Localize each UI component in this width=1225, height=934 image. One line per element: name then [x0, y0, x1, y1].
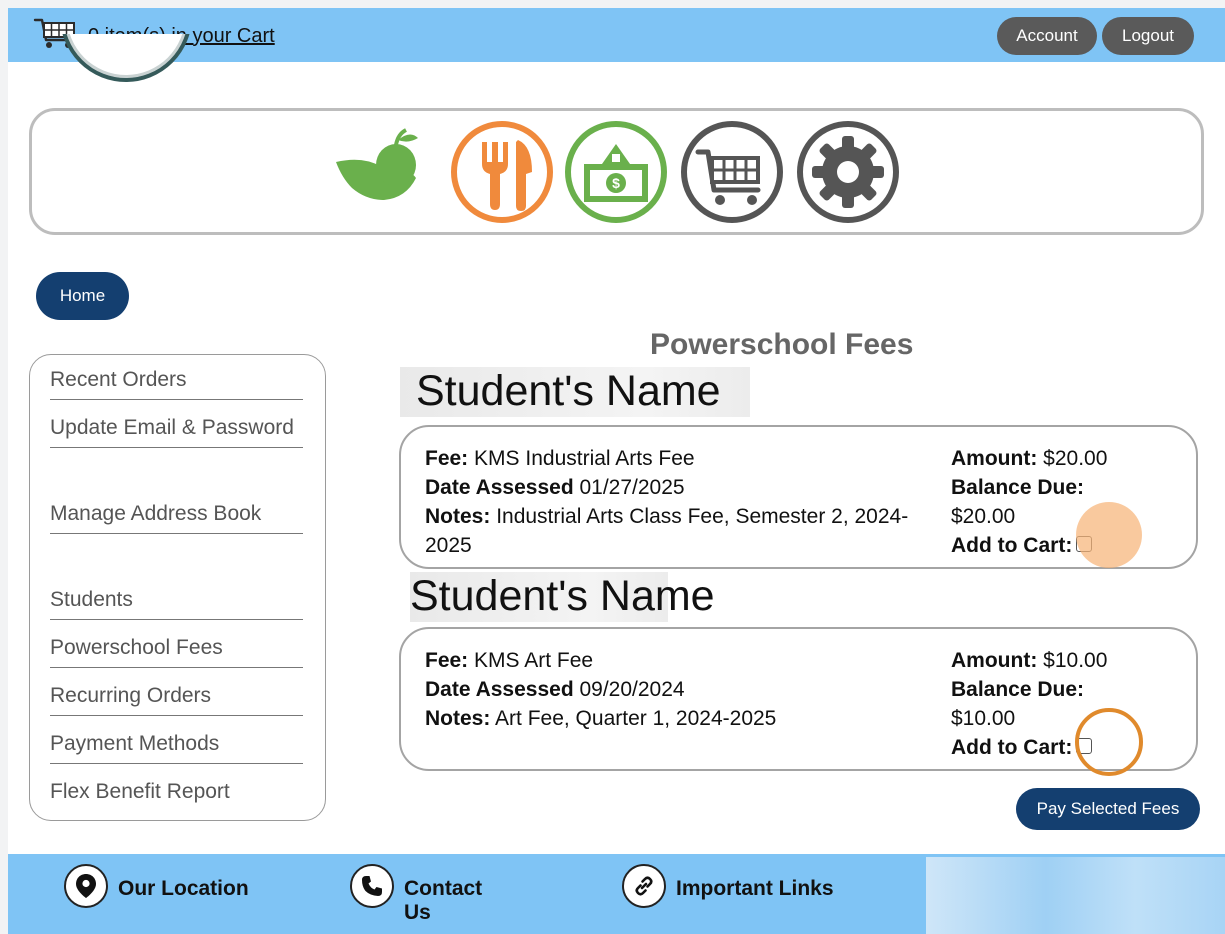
payment-money-icon[interactable]: $ [562, 118, 670, 226]
pay-selected-fees-button[interactable]: Pay Selected Fees [1016, 788, 1200, 830]
add-to-cart-label: Add to Cart: [951, 534, 1073, 557]
nutrition-apple-hand-icon[interactable] [332, 118, 442, 228]
sidebar-item-powerschool-fees[interactable]: Powerschool Fees [50, 629, 303, 668]
student-name-heading: Student's Name [410, 572, 715, 620]
date-line: Date Assessed 09/20/2024 [425, 675, 911, 704]
balance-due: $20.00 [951, 505, 1016, 528]
page: 0 item(s) in your Cart Account Logout $ [8, 8, 1225, 934]
add-to-cart-line: Add to Cart: [951, 733, 1181, 762]
footer-contact-label: Contact Us [404, 877, 483, 924]
fee-amount: $10.00 [1043, 649, 1108, 672]
fee-details: Fee: KMS Art Fee Date Assessed 09/20/202… [425, 646, 911, 733]
footer-location[interactable]: Our Location [64, 864, 249, 908]
add-to-cart-label: Add to Cart: [951, 736, 1073, 759]
phone-icon [350, 864, 394, 908]
page-title: Powerschool Fees [650, 328, 914, 361]
footer-contact[interactable]: Contact Us [350, 864, 494, 925]
add-to-cart-line: Add to Cart: [951, 531, 1181, 560]
date-label: Date Assessed [425, 476, 574, 499]
sidebar-item-payment-methods[interactable]: Payment Methods [50, 725, 303, 764]
notes-label: Notes: [425, 505, 491, 528]
fee-name: KMS Industrial Arts Fee [474, 447, 695, 470]
fee-name: KMS Art Fee [474, 649, 594, 672]
balance-label: Balance Due: [951, 476, 1085, 499]
amount-label: Amount: [951, 649, 1038, 672]
date-label: Date Assessed [425, 678, 574, 701]
blurred-footer-image [926, 857, 1225, 934]
sidebar-item-flex-benefit-report[interactable]: Flex Benefit Report [50, 773, 303, 811]
notes-label: Notes: [425, 707, 491, 730]
amount-line: Amount: $20.00 [951, 444, 1181, 473]
amount-line: Amount: $10.00 [951, 646, 1181, 675]
sidebar-item-recurring-orders[interactable]: Recurring Orders [50, 677, 303, 716]
sidebar-item-address-book[interactable]: Manage Address Book [50, 495, 303, 534]
date-assessed: 01/27/2025 [579, 476, 685, 499]
sidebar-item-recent-orders[interactable]: Recent Orders [50, 361, 303, 400]
fee-label: Fee: [425, 649, 469, 672]
fee-amount: $20.00 [1043, 447, 1108, 470]
district-logo [60, 34, 192, 86]
fee-notes: Industrial Arts Class Fee, Semester 2, 2… [425, 505, 909, 557]
footer-links[interactable]: Important Links [622, 864, 834, 908]
date-line: Date Assessed 01/27/2025 [425, 473, 911, 502]
click-highlight [1076, 502, 1142, 568]
fee-amounts: Amount: $10.00 Balance Due: $10.00 Add t… [951, 646, 1181, 762]
student-name-heading: Student's Name [416, 367, 721, 415]
notes-line: Notes: Industrial Arts Class Fee, Semest… [425, 502, 911, 560]
sidebar-item-students[interactable]: Students [50, 581, 303, 620]
location-pin-icon [64, 864, 108, 908]
fee-details: Fee: KMS Industrial Arts Fee Date Assess… [425, 444, 911, 560]
click-highlight-ring [1075, 708, 1143, 776]
fee-label: Fee: [425, 447, 469, 470]
footer-location-label: Our Location [118, 877, 249, 900]
icon-banner: $ [29, 108, 1204, 235]
account-button[interactable]: Account [997, 17, 1097, 55]
cart-icon[interactable] [678, 118, 786, 226]
date-assessed: 09/20/2024 [579, 678, 685, 701]
balance-label: Balance Due: [951, 678, 1085, 701]
amount-label: Amount: [951, 447, 1038, 470]
sidebar-item-update-email[interactable]: Update Email & Password [50, 409, 303, 448]
footer-links-label: Important Links [676, 877, 834, 900]
fee-line: Fee: KMS Industrial Arts Fee [425, 444, 911, 473]
svg-text:$: $ [612, 175, 620, 191]
fee-amounts: Amount: $20.00 Balance Due: $20.00 Add t… [951, 444, 1181, 560]
link-chain-icon [622, 864, 666, 908]
footer: Our Location Contact Us Important Links [8, 854, 1225, 934]
account-sidebar: Recent Orders Update Email & Password Ma… [29, 354, 326, 821]
logout-button[interactable]: Logout [1102, 17, 1194, 55]
balance-due: $10.00 [951, 707, 1016, 730]
fee-notes: Art Fee, Quarter 1, 2024-2025 [495, 707, 777, 730]
settings-gear-icon[interactable] [794, 118, 902, 226]
notes-line: Notes: Art Fee, Quarter 1, 2024-2025 [425, 704, 911, 733]
fee-line: Fee: KMS Art Fee [425, 646, 911, 675]
home-button[interactable]: Home [36, 272, 129, 320]
meals-fork-knife-icon[interactable] [448, 118, 556, 226]
